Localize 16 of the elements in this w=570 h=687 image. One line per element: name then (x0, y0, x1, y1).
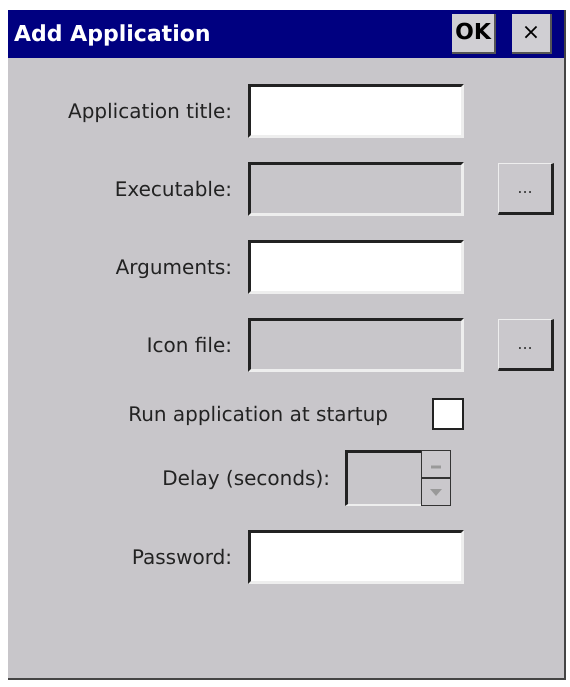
field-label: Arguments: (114, 254, 232, 281)
close-button[interactable]: × (512, 14, 552, 54)
field-label: Delay (seconds): (161, 465, 330, 492)
field-label: Password: (130, 544, 232, 571)
field-label: Run application at startup (127, 401, 388, 428)
field-label: Application title: (67, 98, 232, 125)
checkbox[interactable] (432, 398, 464, 430)
field-label: Executable: (114, 176, 232, 203)
ok-button[interactable]: OK (452, 14, 496, 54)
spin-up-button[interactable] (421, 450, 451, 478)
input-field[interactable] (248, 530, 464, 584)
window-title: Add Application (14, 20, 212, 48)
field-label: Icon file: (146, 332, 232, 359)
input-field[interactable] (248, 84, 464, 138)
input-field[interactable] (248, 240, 464, 294)
spin-down-button[interactable] (421, 478, 451, 506)
